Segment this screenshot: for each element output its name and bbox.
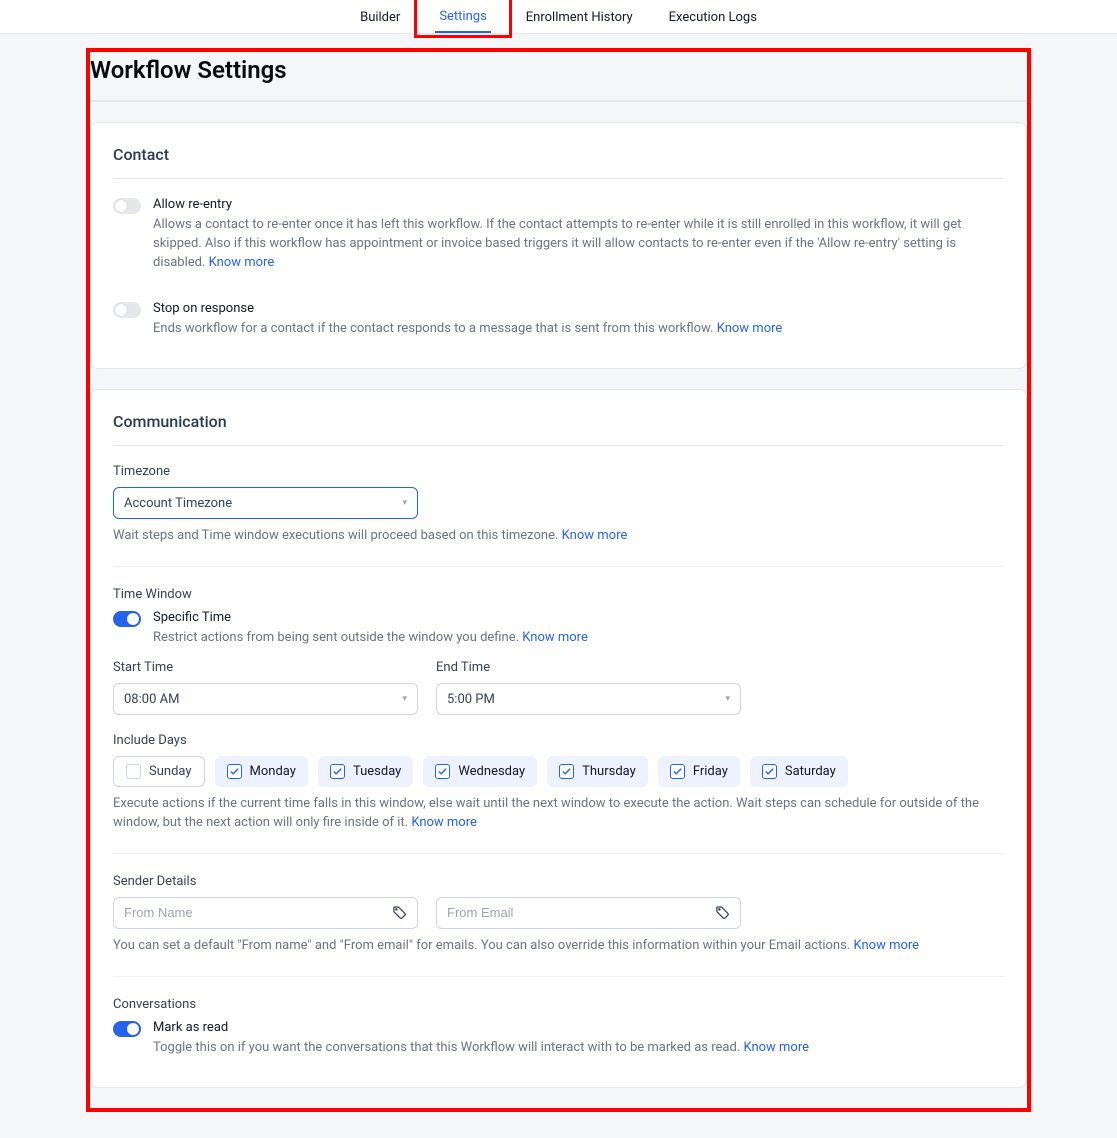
checkbox-icon	[126, 764, 141, 779]
mark-as-read-label: Mark as read	[153, 1020, 1004, 1035]
sender-know-more[interactable]: Know more	[853, 938, 919, 953]
time-window-block: Time Window Specific Time Restrict actio…	[113, 566, 1004, 833]
from-email-input-wrap	[436, 897, 741, 929]
day-friday[interactable]: Friday	[658, 756, 740, 787]
checkbox-icon	[435, 764, 450, 779]
tab-settings-highlight: Settings	[414, 0, 511, 38]
chevron-down-icon: ▾	[402, 694, 407, 704]
specific-time-row: Specific Time Restrict actions from bein…	[113, 610, 1004, 648]
allow-reentry-desc: Allows a contact to re-enter once it has…	[153, 216, 1004, 273]
day-wednesday[interactable]: Wednesday	[423, 756, 537, 787]
day-saturday[interactable]: Saturday	[750, 756, 848, 787]
day-label: Tuesday	[353, 764, 401, 779]
end-time-select[interactable]: 5:00 PM ▾	[436, 683, 741, 715]
timezone-know-more[interactable]: Know more	[562, 528, 628, 543]
time-window-label: Time Window	[113, 587, 1004, 602]
start-time-label: Start Time	[113, 660, 418, 675]
contact-heading: Contact	[113, 145, 1004, 179]
time-window-helper: Execute actions if the current time fall…	[113, 795, 1004, 833]
day-label: Sunday	[149, 764, 192, 779]
sender-helper: You can set a default "From name" and "F…	[113, 937, 1004, 956]
specific-time-know-more[interactable]: Know more	[522, 630, 588, 645]
timezone-select[interactable]: Account Timezone ▾	[113, 487, 418, 519]
allow-reentry-know-more[interactable]: Know more	[209, 255, 275, 270]
page-title: Workflow Settings	[90, 56, 1027, 84]
stop-on-response-label: Stop on response	[153, 301, 1004, 316]
day-thursday[interactable]: Thursday	[547, 756, 648, 787]
days-container: Sunday Monday Tuesday Wednesday Thursday Frid…	[113, 756, 1004, 787]
day-monday[interactable]: Monday	[215, 756, 308, 787]
day-tuesday[interactable]: Tuesday	[318, 756, 413, 787]
sender-block: Sender Details	[113, 853, 1004, 956]
checkbox-icon	[559, 764, 574, 779]
contact-card: Contact Allow re-entry Allows a contact …	[90, 122, 1027, 369]
communication-card: Communication Timezone Account Timezone …	[90, 389, 1027, 1088]
tab-builder[interactable]: Builder	[356, 2, 404, 32]
mark-as-read-desc: Toggle this on if you want the conversat…	[153, 1039, 1004, 1058]
spacer-card	[90, 100, 1027, 102]
include-days-label: Include Days	[113, 733, 1004, 748]
end-time-label: End Time	[436, 660, 741, 675]
checkbox-icon	[762, 764, 777, 779]
tab-settings[interactable]: Settings	[435, 1, 490, 33]
communication-heading: Communication	[113, 412, 1004, 446]
checkbox-icon	[330, 764, 345, 779]
day-label: Monday	[250, 764, 296, 779]
day-label: Saturday	[785, 764, 836, 779]
from-name-input[interactable]	[124, 905, 392, 920]
specific-time-label: Specific Time	[153, 610, 1004, 625]
start-time-value: 08:00 AM	[124, 692, 179, 707]
tag-icon[interactable]	[715, 905, 730, 920]
day-label: Thursday	[582, 764, 636, 779]
specific-time-desc: Restrict actions from being sent outside…	[153, 629, 1004, 648]
timezone-helper: Wait steps and Time window executions wi…	[113, 527, 1004, 546]
timezone-label: Timezone	[113, 464, 1004, 479]
stop-on-response-row: Stop on response Ends workflow for a con…	[113, 301, 1004, 339]
mark-as-read-know-more[interactable]: Know more	[743, 1040, 809, 1055]
chevron-down-icon: ▾	[725, 694, 730, 704]
specific-time-toggle[interactable]	[113, 611, 141, 627]
stop-on-response-toggle[interactable]	[113, 302, 141, 318]
timezone-block: Timezone Account Timezone ▾ Wait steps a…	[113, 464, 1004, 546]
day-sunday[interactable]: Sunday	[113, 756, 205, 787]
conversations-block: Conversations Mark as read Toggle this o…	[113, 976, 1004, 1058]
tab-execution-logs[interactable]: Execution Logs	[665, 2, 761, 32]
sender-label: Sender Details	[113, 874, 1004, 889]
day-label: Wednesday	[458, 764, 525, 779]
mark-as-read-row: Mark as read Toggle this on if you want …	[113, 1020, 1004, 1058]
start-time-select[interactable]: 08:00 AM ▾	[113, 683, 418, 715]
time-window-know-more[interactable]: Know more	[411, 815, 477, 830]
checkbox-icon	[670, 764, 685, 779]
tab-enrollment-history[interactable]: Enrollment History	[522, 2, 637, 32]
tab-bar: Builder Settings Enrollment History Exec…	[0, 0, 1117, 34]
chevron-down-icon: ▾	[402, 498, 407, 508]
allow-reentry-row: Allow re-entry Allows a contact to re-en…	[113, 197, 1004, 273]
checkbox-icon	[227, 764, 242, 779]
tag-icon[interactable]	[392, 905, 407, 920]
stop-on-response-desc: Ends workflow for a contact if the conta…	[153, 320, 1004, 339]
allow-reentry-toggle[interactable]	[113, 198, 141, 214]
stop-on-response-know-more[interactable]: Know more	[717, 321, 783, 336]
day-label: Friday	[693, 764, 728, 779]
mark-as-read-toggle[interactable]	[113, 1021, 141, 1037]
end-time-value: 5:00 PM	[447, 692, 495, 707]
highlighted-region: Workflow Settings Contact Allow re-entry…	[86, 48, 1031, 1112]
from-email-input[interactable]	[447, 905, 715, 920]
from-name-input-wrap	[113, 897, 418, 929]
timezone-value: Account Timezone	[124, 496, 232, 511]
conversations-label: Conversations	[113, 997, 1004, 1012]
allow-reentry-label: Allow re-entry	[153, 197, 1004, 212]
